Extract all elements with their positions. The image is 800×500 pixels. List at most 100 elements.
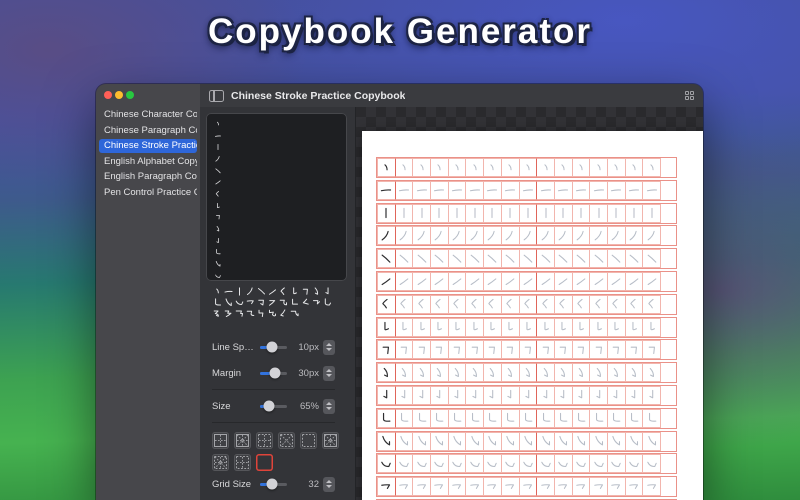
stroke-glyph-na (647, 254, 657, 263)
stroke-glyph-shu (385, 207, 387, 219)
stroke-glyph-wan-gou (383, 367, 389, 377)
stroke-glyph-ti (452, 278, 462, 286)
trace-stroke-cell (589, 431, 608, 451)
stroke-glyph-shu (456, 208, 458, 219)
stroke-glyph-shu-wan (630, 413, 639, 422)
sliders-group-size: Size 65% (212, 393, 335, 419)
sidebar-item[interactable]: English Alphabet Copyb... (99, 155, 197, 169)
stroke-glyph-wan-gou (490, 367, 495, 377)
stroke-glyph-heng-zhe (506, 346, 514, 354)
model-stroke-cell (377, 431, 396, 451)
stroke-glyph-xie-gou (577, 435, 585, 446)
divider (212, 422, 335, 423)
model-stroke-cell (377, 158, 396, 177)
sidebar-item[interactable]: Chinese Stroke Practic... (99, 139, 197, 153)
margin-slider-row: Margin 30px (212, 360, 335, 386)
practice-row-wan-gou (377, 363, 676, 383)
line-spacing-stepper[interactable] (323, 339, 335, 355)
stroke-input-line (214, 130, 347, 142)
trace-stroke-cell (500, 249, 520, 269)
trace-stroke-cell (589, 158, 608, 177)
size-slider[interactable] (260, 400, 287, 412)
margin-slider[interactable] (260, 367, 287, 379)
minimize-button[interactable] (115, 91, 123, 99)
trace-stroke-cell (571, 203, 591, 223)
trace-stroke-cell (536, 158, 555, 177)
trace-stroke-cell (553, 340, 573, 360)
trace-stroke-cell (465, 477, 485, 497)
stroke-glyph-pie (399, 230, 407, 241)
grid-style-cross-dashed-button[interactable] (256, 432, 273, 449)
trace-stroke-cell (412, 431, 432, 451)
model-stroke-cell (377, 294, 396, 314)
sidebar-item[interactable]: Pen Control Practice C... (99, 186, 197, 200)
sidebar-toggle-icon[interactable] (209, 89, 224, 102)
grid-view-icon[interactable] (684, 90, 694, 101)
grid-style-tian-dashed-button[interactable] (234, 454, 251, 471)
trace-stroke-cell (447, 226, 467, 246)
line-spacing-slider[interactable] (260, 341, 287, 353)
grid-style-tian-solid-button[interactable] (212, 432, 229, 449)
practice-row-shu (377, 203, 676, 223)
trace-stroke-cell (536, 271, 555, 291)
trace-stroke-cell (394, 363, 414, 383)
grid-style-mi-grid-dashed-button[interactable] (212, 454, 229, 471)
trace-stroke-cell (430, 340, 449, 360)
stroke-glyph-shu-wan (418, 413, 427, 422)
trace-stroke-cell (553, 408, 573, 428)
trace-stroke-cell (536, 477, 555, 497)
trace-stroke-cell (642, 158, 661, 177)
sidebar-item[interactable]: Chinese Paragraph Cop... (99, 124, 197, 138)
grid-style-mi-grid-solid-button[interactable] (322, 432, 339, 449)
stroke-glyph-shu-ti (543, 322, 549, 331)
trace-stroke-cell (553, 249, 573, 269)
size-stepper[interactable] (323, 398, 335, 414)
trace-stroke-cell (412, 158, 432, 177)
trace-stroke-cell (500, 294, 520, 314)
margin-stepper[interactable] (323, 365, 335, 381)
grid-style-mi-solid-button[interactable] (234, 432, 251, 449)
sidebar: Chinese Character Cop... Chinese Paragrap… (96, 84, 201, 500)
stroke-glyph-shu-gou (542, 390, 547, 399)
preview-stroke-glyph (213, 310, 219, 317)
grid-size-stepper[interactable] (323, 476, 335, 492)
stroke-input-line (214, 141, 347, 153)
sidebar-item[interactable]: Chinese Character Cop... (99, 108, 197, 122)
zoom-button[interactable] (126, 91, 134, 99)
stroke-glyph-shu (527, 208, 529, 219)
stroke-input-line (214, 270, 347, 281)
trace-stroke-cell (483, 363, 502, 383)
stroke-text-input[interactable] (206, 113, 347, 281)
margin-label: Margin (212, 367, 242, 379)
grid-style-x-dashed-button[interactable] (278, 432, 295, 449)
stroke-glyph-heng (593, 189, 604, 192)
grid-size-slider-thumb[interactable] (266, 478, 278, 490)
close-button[interactable] (104, 91, 112, 99)
stroke-glyph-pie-dian (541, 299, 548, 309)
trace-stroke-cell (536, 226, 555, 246)
line-spacing-slider-thumb[interactable] (266, 341, 278, 353)
trace-stroke-cell (624, 385, 644, 405)
practice-row-shu-wan (377, 408, 676, 428)
grid-style-plain-button[interactable] (256, 454, 273, 471)
stroke-glyph-shu-gou (631, 390, 636, 399)
stroke-glyph-heng (398, 189, 410, 192)
grid-style-empty-dashed-button[interactable] (300, 432, 317, 449)
sidebar-item[interactable]: English Paragraph Copy... (99, 170, 197, 184)
stroke-glyph-heng-gou (381, 483, 391, 489)
trace-stroke-cell (518, 271, 538, 291)
trace-stroke-cell (536, 408, 555, 428)
stroke-glyph-na (470, 254, 480, 263)
trace-stroke-cell (624, 203, 644, 223)
trace-stroke-cell (465, 454, 485, 474)
trace-stroke-cell (465, 431, 485, 451)
grid-size-slider[interactable] (260, 478, 287, 490)
stroke-glyph-heng-zhe (436, 346, 443, 354)
margin-slider-thumb[interactable] (269, 367, 281, 379)
trace-stroke-cell (536, 249, 555, 269)
size-slider-thumb[interactable] (263, 400, 275, 412)
preview-stroke-glyph (235, 300, 244, 305)
trace-stroke-cell (483, 385, 502, 405)
stroke-glyph-pie (452, 230, 460, 241)
stroke-glyph-heng-gou (593, 483, 603, 489)
